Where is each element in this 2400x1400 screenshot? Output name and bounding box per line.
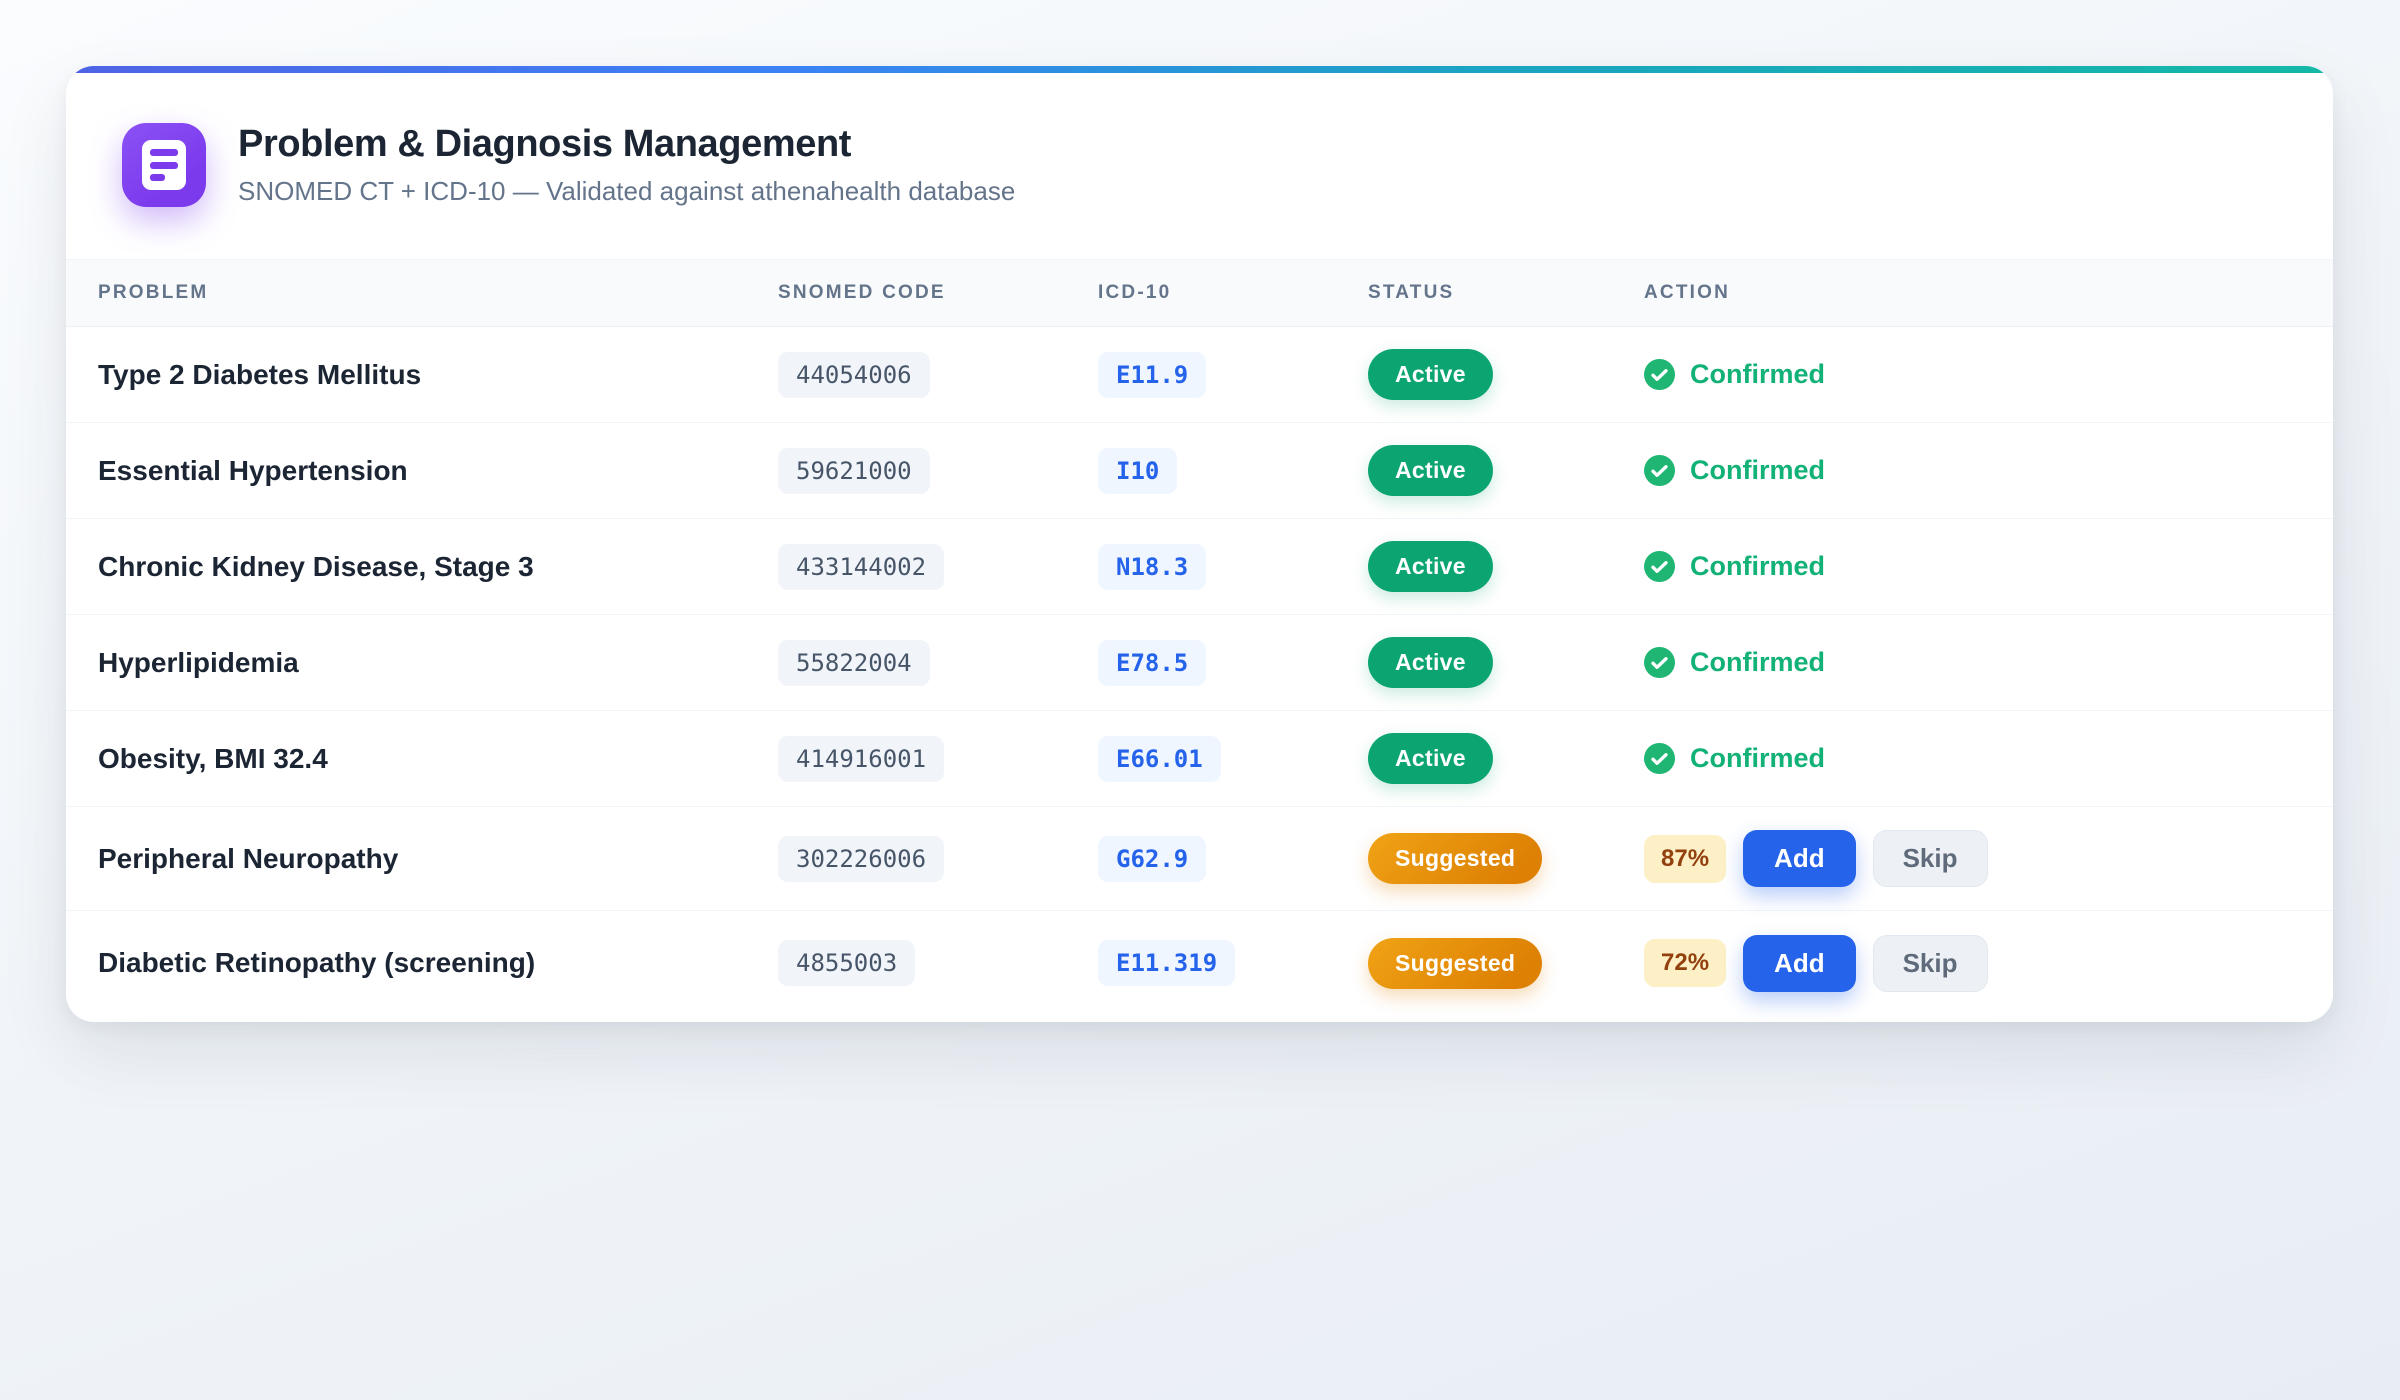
skip-button[interactable]: Skip [1873,935,1988,992]
problem-name: Diabetic Retinopathy (screening) [98,947,778,979]
confidence-chip: 72% [1644,939,1726,987]
status-badge: Active [1368,349,1493,400]
check-circle-icon [1644,551,1675,582]
add-button[interactable]: Add [1743,935,1856,992]
suggest-actions: 72% Add Skip [1644,935,2301,992]
table-header: PROBLEM SNOMED CODE ICD-10 STATUS ACTION [66,259,2333,327]
col-header-snomed-code: SNOMED CODE [778,282,1098,304]
snomed-code-chip: 4855003 [778,940,915,986]
confirmed-label: Confirmed [1690,743,1825,774]
confirmed-indicator: Confirmed [1644,743,2301,774]
check-circle-icon [1644,455,1675,486]
confirmed-indicator: Confirmed [1644,551,2301,582]
icd10-code-chip: E78.5 [1098,640,1206,686]
icd10-code-chip: E66.01 [1098,736,1221,782]
card-header: Problem & Diagnosis Management SNOMED CT… [66,73,2333,259]
col-header-icd10: ICD-10 [1098,282,1368,304]
check-circle-icon [1644,743,1675,774]
col-header-action: ACTION [1644,282,2301,304]
table-row: Hyperlipidemia 55822004 E78.5 Active Con… [66,615,2333,711]
status-badge: Active [1368,637,1493,688]
icd10-code-chip: E11.9 [1098,352,1206,398]
table-row: Diabetic Retinopathy (screening) 4855003… [66,911,2333,1015]
snomed-code-chip: 44054006 [778,352,930,398]
snomed-code-chip: 433144002 [778,544,944,590]
table-row: Obesity, BMI 32.4 414916001 E66.01 Activ… [66,711,2333,807]
header-titles: Problem & Diagnosis Management SNOMED CT… [238,123,1015,207]
status-badge: Active [1368,445,1493,496]
status-badge: Active [1368,733,1493,784]
table-row: Essential Hypertension 59621000 I10 Acti… [66,423,2333,519]
snomed-code-chip: 59621000 [778,448,930,494]
problem-name: Essential Hypertension [98,455,778,487]
skip-button[interactable]: Skip [1873,830,1988,887]
snomed-code-chip: 414916001 [778,736,944,782]
table-row: Type 2 Diabetes Mellitus 44054006 E11.9 … [66,327,2333,423]
snomed-code-chip: 302226006 [778,836,944,882]
status-badge: Suggested [1368,833,1542,884]
problem-name: Type 2 Diabetes Mellitus [98,359,778,391]
confidence-chip: 87% [1644,835,1726,883]
status-badge: Active [1368,541,1493,592]
confirmed-indicator: Confirmed [1644,647,2301,678]
icd10-code-chip: I10 [1098,448,1177,494]
problem-management-card: Problem & Diagnosis Management SNOMED CT… [66,66,2333,1022]
confirmed-label: Confirmed [1690,455,1825,486]
icd10-code-chip: G62.9 [1098,836,1206,882]
snomed-code-chip: 55822004 [778,640,930,686]
confirmed-label: Confirmed [1690,551,1825,582]
confirmed-label: Confirmed [1690,647,1825,678]
col-header-status: STATUS [1368,282,1644,304]
col-header-problem: PROBLEM [98,282,778,304]
check-circle-icon [1644,359,1675,390]
document-list-icon [122,123,206,207]
table-body: Type 2 Diabetes Mellitus 44054006 E11.9 … [66,327,2333,1015]
accent-gradient-bar [66,66,2333,73]
confirmed-label: Confirmed [1690,359,1825,390]
status-badge: Suggested [1368,938,1542,989]
problem-name: Chronic Kidney Disease, Stage 3 [98,551,778,583]
document-glyph [142,140,186,190]
icd10-code-chip: N18.3 [1098,544,1206,590]
page-title: Problem & Diagnosis Management [238,123,1015,166]
problem-name: Obesity, BMI 32.4 [98,743,778,775]
page-subtitle: SNOMED CT + ICD-10 — Validated against a… [238,176,1015,207]
add-button[interactable]: Add [1743,830,1856,887]
confirmed-indicator: Confirmed [1644,455,2301,486]
table-row: Chronic Kidney Disease, Stage 3 43314400… [66,519,2333,615]
suggest-actions: 87% Add Skip [1644,830,2301,887]
problem-name: Peripheral Neuropathy [98,843,778,875]
check-circle-icon [1644,647,1675,678]
confirmed-indicator: Confirmed [1644,359,2301,390]
problem-name: Hyperlipidemia [98,647,778,679]
table-row: Peripheral Neuropathy 302226006 G62.9 Su… [66,807,2333,911]
icd10-code-chip: E11.319 [1098,940,1235,986]
